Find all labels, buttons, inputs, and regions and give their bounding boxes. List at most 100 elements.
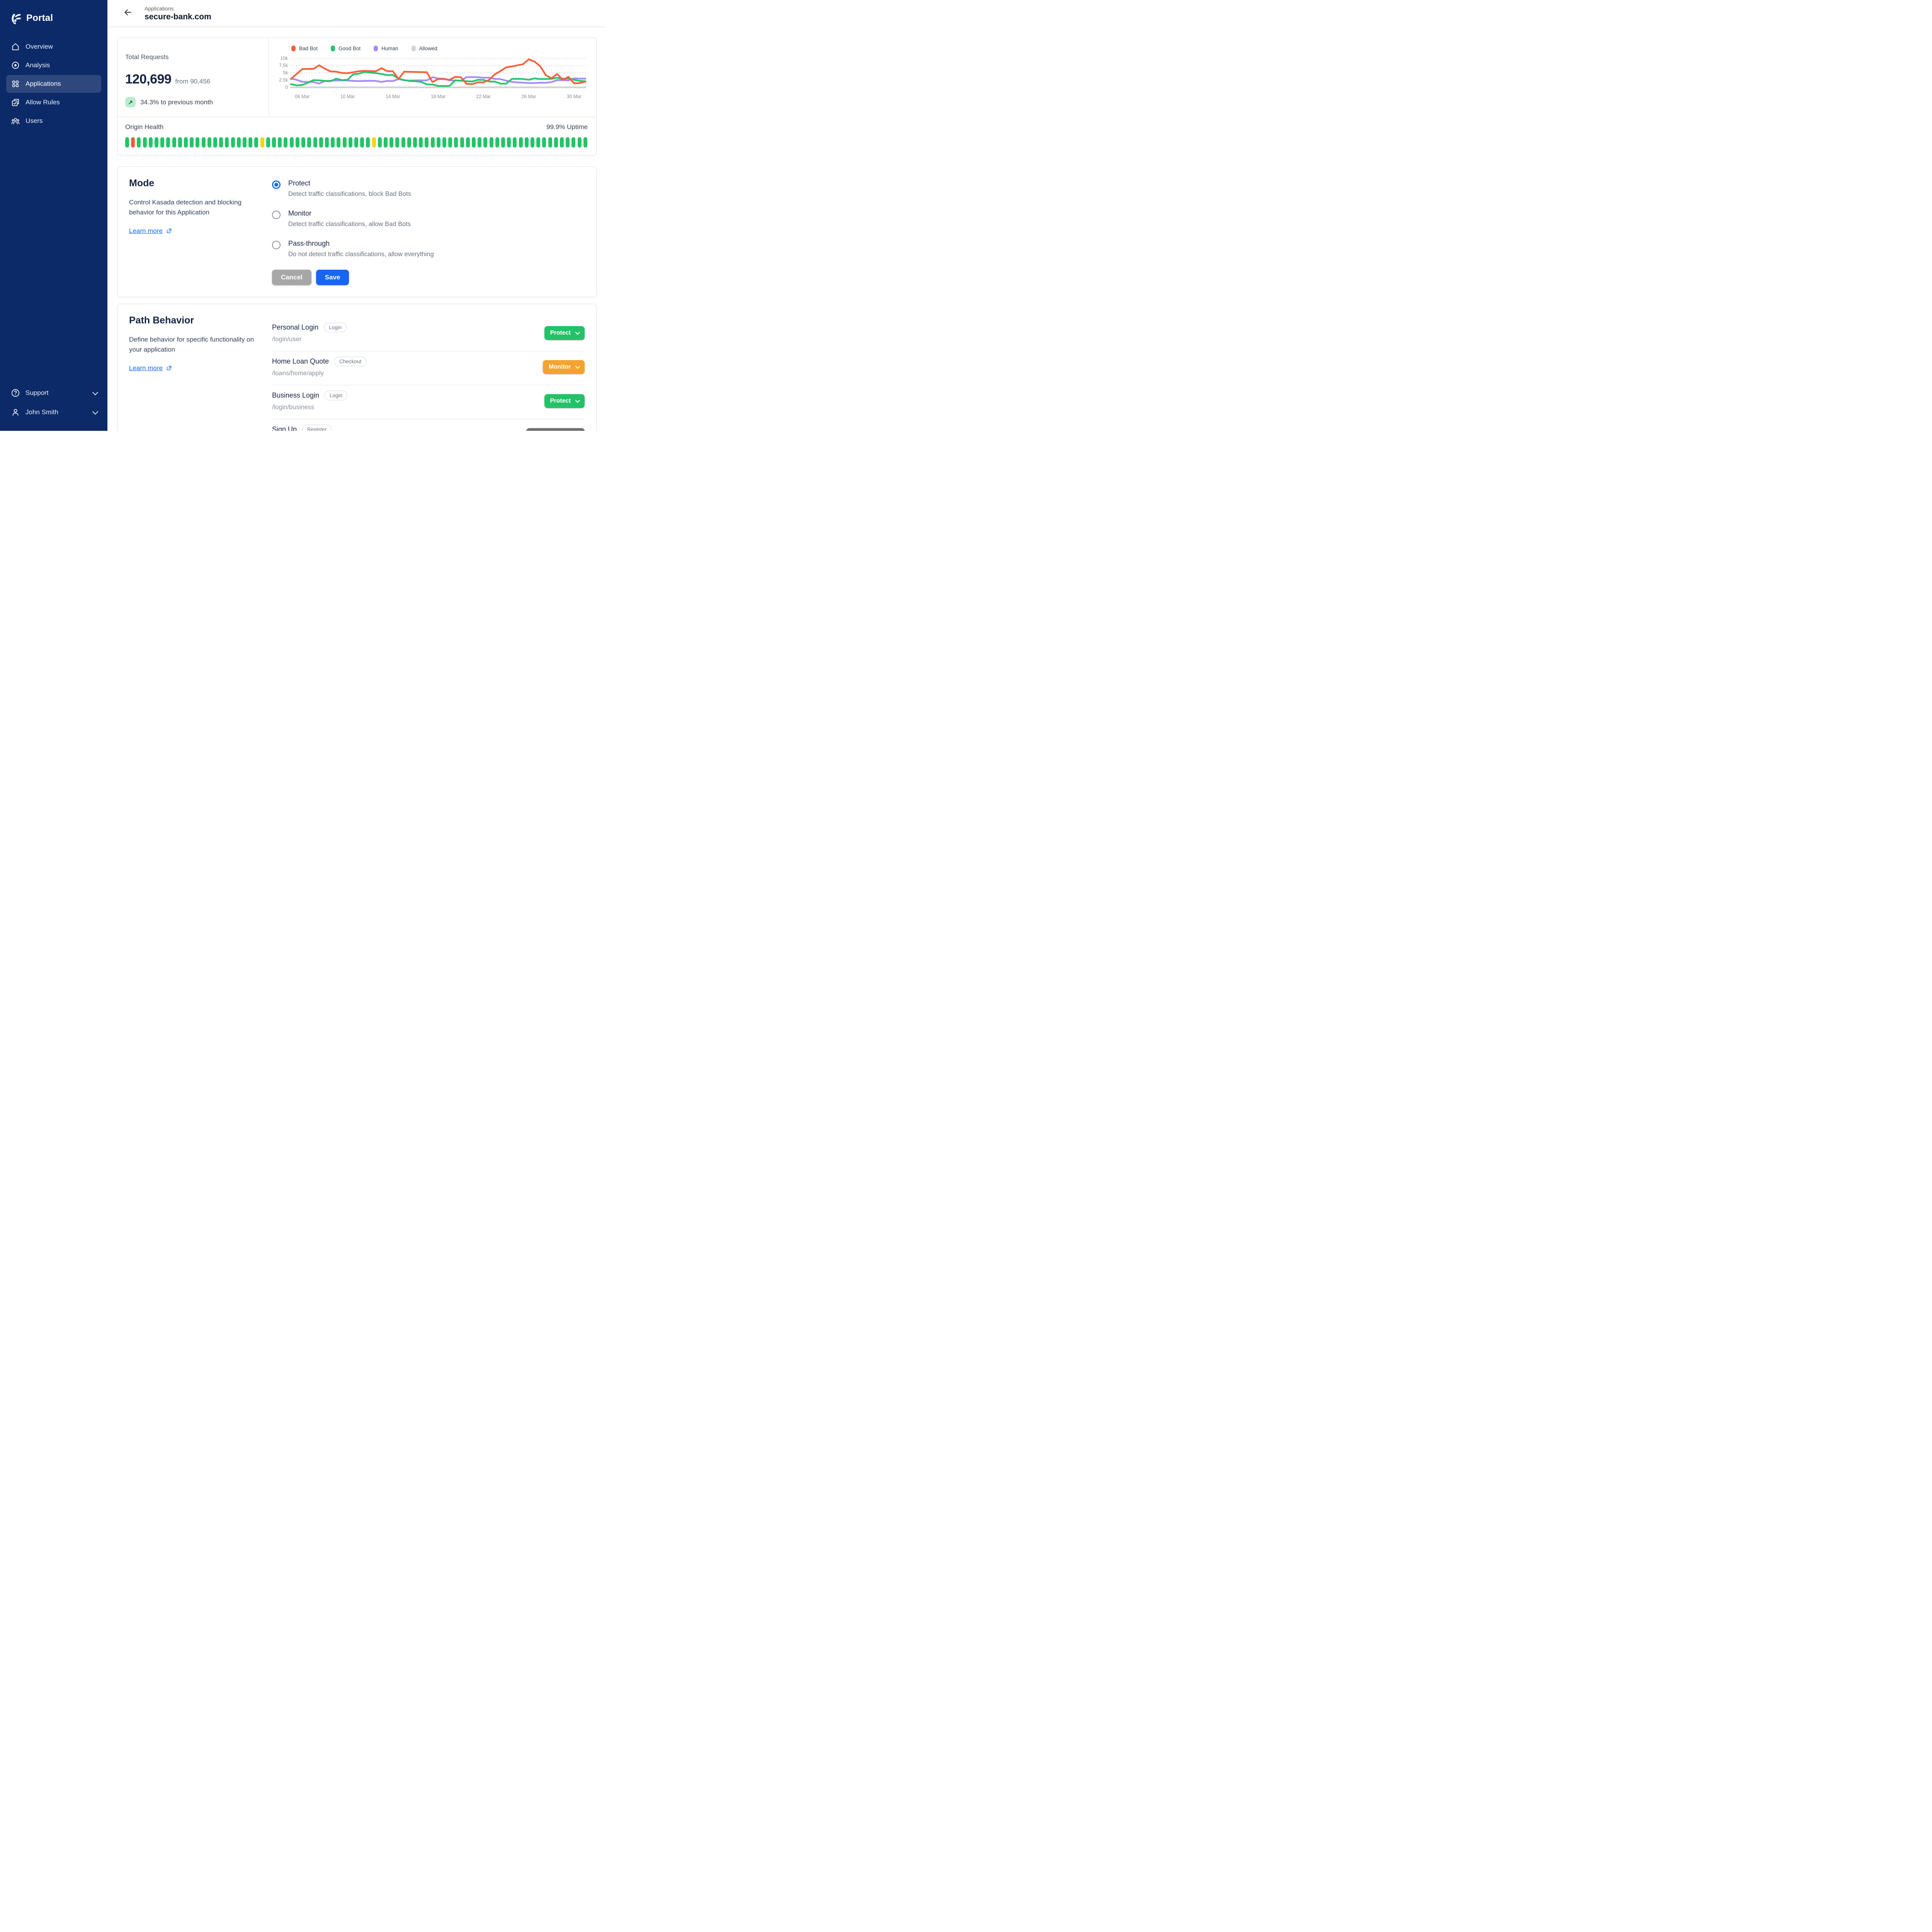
svg-text:0: 0: [285, 85, 288, 90]
sidebar-nav: Overview Analysis Applications Allow Rul…: [0, 38, 107, 130]
svg-text:7.5k: 7.5k: [279, 63, 288, 68]
radio-icon[interactable]: [272, 241, 281, 249]
stat-value: 120,699: [125, 72, 171, 87]
health-segment-green: [437, 137, 440, 148]
path-action-dropdown-monitor[interactable]: Monitor: [543, 360, 585, 374]
legend-swatch: [412, 46, 416, 51]
breadcrumb: Applications: [145, 5, 211, 12]
health-segment-green: [137, 137, 141, 148]
health-segment-green: [378, 137, 382, 148]
sidebar-item-label: Users: [26, 117, 43, 125]
path-name: Sign Up: [272, 425, 297, 431]
health-segment-green: [519, 137, 523, 148]
path-action-dropdown-pass-through[interactable]: Pass-through: [526, 428, 585, 431]
mode-title: Mode: [129, 178, 272, 189]
mode-learn-more-link[interactable]: Learn more: [129, 227, 172, 235]
page-header: Applications secure-bank.com: [107, 0, 606, 27]
path-behavior-learn-more-link[interactable]: Learn more: [129, 364, 172, 372]
health-segment-green: [525, 137, 529, 148]
health-segment-green: [548, 137, 552, 148]
health-segment-green: [554, 137, 558, 148]
health-segment-green: [307, 137, 311, 148]
trend-up-icon: ↗: [125, 97, 136, 107]
chevron-down-icon: [92, 389, 99, 395]
health-segment-green: [125, 137, 129, 148]
chart-legend: Bad BotGood BotHumanAllowed: [276, 43, 588, 53]
chevron-down-icon: [92, 408, 99, 415]
legend-swatch: [291, 46, 296, 51]
health-segment-green: [196, 137, 199, 148]
sidebar-item-label: Allow Rules: [26, 99, 60, 106]
brand: Portal: [0, 0, 107, 38]
health-segment-green: [349, 137, 352, 148]
sidebar-footer: Support John Smith: [0, 384, 107, 431]
health-segment-green: [231, 137, 235, 148]
health-segment-green: [190, 137, 194, 148]
sidebar-item-label: Applications: [26, 80, 61, 88]
health-segment-green: [143, 137, 147, 148]
legend-item-bad-bot: Bad Bot: [291, 46, 318, 51]
help-icon: [11, 388, 20, 398]
save-button[interactable]: Save: [316, 270, 349, 285]
health-segment-green: [166, 137, 170, 148]
applications-icon: [11, 79, 20, 88]
home-icon: [11, 42, 20, 51]
svg-text:10 Mar: 10 Mar: [340, 94, 355, 99]
chevron-down-icon: [575, 330, 580, 335]
page-title: secure-bank.com: [145, 12, 211, 22]
svg-text:06 Mar: 06 Mar: [295, 94, 310, 99]
legend-item-good-bot: Good Bot: [331, 46, 361, 51]
health-segment-green: [343, 137, 347, 148]
health-segment-green: [290, 137, 294, 148]
path-type-badge: Checkout: [334, 357, 366, 366]
main-panel: Applications secure-bank.com Total Reque…: [107, 0, 606, 431]
svg-text:22 Mar: 22 Mar: [476, 94, 491, 99]
sidebar-item-analysis[interactable]: Analysis: [6, 56, 101, 74]
radio-icon[interactable]: [272, 211, 281, 219]
mode-option-protect[interactable]: Protect Detect traffic classifications, …: [272, 179, 585, 198]
allow-rules-icon: [11, 98, 20, 107]
sidebar: Portal Overview Analysis Applications Al…: [0, 0, 107, 431]
health-segment-green: [178, 137, 182, 148]
health-segment-green: [225, 137, 229, 148]
sidebar-item-users[interactable]: Users: [6, 112, 101, 130]
kasada-portal-app: Portal Overview Analysis Applications Al…: [0, 0, 606, 431]
mode-description: Control Kasada detection and blocking be…: [129, 197, 257, 218]
health-segment-green: [490, 137, 493, 148]
health-segment-green: [207, 137, 211, 148]
path-behavior-description: Define behavior for specific functionali…: [129, 335, 257, 355]
health-segment-green: [272, 137, 276, 148]
sidebar-item-allow-rules[interactable]: Allow Rules: [6, 94, 101, 111]
path-action-dropdown-protect[interactable]: Protect: [544, 326, 585, 340]
back-arrow-icon[interactable]: [121, 6, 134, 21]
health-segment-green: [384, 137, 388, 148]
path-behavior-title: Path Behavior: [129, 315, 272, 326]
origin-health-label: Origin Health: [125, 123, 163, 131]
sidebar-item-support[interactable]: Support: [6, 384, 101, 401]
health-segment-green: [466, 137, 470, 148]
health-segment-green: [160, 137, 164, 148]
mode-option-monitor[interactable]: Monitor Detect traffic classifications, …: [272, 209, 585, 228]
svg-text:14 Mar: 14 Mar: [386, 94, 400, 99]
radio-icon[interactable]: [272, 180, 281, 189]
health-segment-green: [478, 137, 481, 148]
health-segment-green: [331, 137, 335, 148]
sidebar-item-overview[interactable]: Overview: [6, 38, 101, 56]
health-segment-green: [425, 137, 429, 148]
uptime-value: 99.9% Uptime: [546, 123, 588, 131]
health-segment-green: [248, 137, 252, 148]
mode-option-pass-through[interactable]: Pass-through Do not detect traffic class…: [272, 240, 585, 258]
health-segment-green: [237, 137, 241, 148]
sidebar-item-applications[interactable]: Applications: [6, 75, 101, 93]
health-segment-green: [266, 137, 270, 148]
path-action-dropdown-protect[interactable]: Protect: [544, 394, 585, 408]
mode-option-label: Monitor: [288, 209, 411, 218]
svg-text:30 Mar: 30 Mar: [567, 94, 582, 99]
content: Total Requests 120,699 from 90,456 ↗ 34.…: [107, 27, 606, 431]
health-segment-yellow: [260, 137, 264, 148]
sidebar-item-label: Overview: [26, 43, 53, 51]
sidebar-item-user[interactable]: John Smith: [6, 404, 101, 421]
svg-text:18 Mar: 18 Mar: [431, 94, 446, 99]
cancel-button[interactable]: Cancel: [272, 270, 311, 285]
health-segment-yellow: [372, 137, 376, 148]
